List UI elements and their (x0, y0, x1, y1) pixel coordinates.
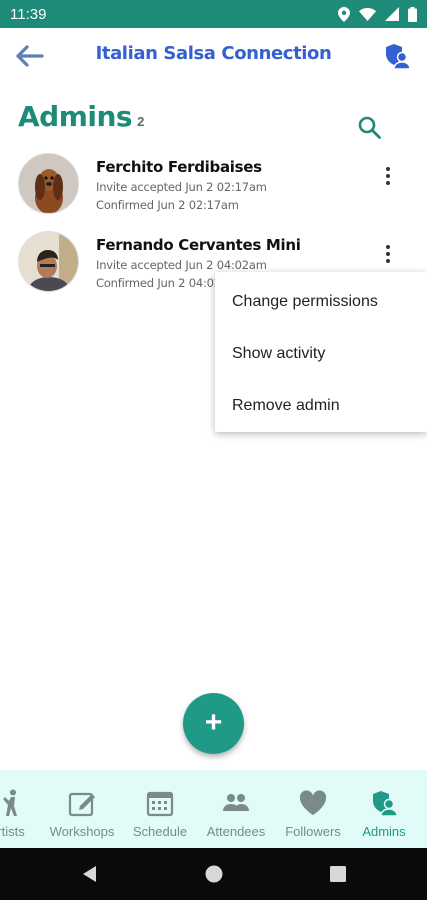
admin-settings-button[interactable] (381, 40, 413, 72)
edit-note-icon (68, 788, 96, 818)
wifi-icon (359, 7, 376, 21)
nav-item-workshops[interactable]: Workshops (46, 770, 118, 848)
confirmed-status: Confirmed Jun 2 04:02 (96, 276, 221, 290)
avatar-image (19, 154, 78, 213)
location-icon (338, 6, 350, 22)
system-recents-button[interactable] (328, 864, 348, 884)
nav-label: rtists (0, 824, 25, 839)
more-vert-icon (386, 245, 390, 249)
confirmed-status: Confirmed Jun 2 02:17am (96, 198, 239, 212)
admin-name: Fernando Cervantes Mini (96, 236, 301, 254)
status-bar: 11:39 (0, 0, 427, 28)
invite-status: Invite accepted Jun 2 02:17am (96, 180, 267, 194)
nav-label: Schedule (132, 824, 188, 839)
nav-item-artists[interactable]: rtists (0, 770, 34, 848)
system-back-button[interactable] (80, 864, 100, 884)
page-title: Admins (18, 100, 133, 133)
admin-name: Ferchito Ferdibaises (96, 158, 262, 176)
more-options-button[interactable] (377, 240, 399, 268)
nav-label: Workshops (49, 824, 115, 839)
menu-item-remove-admin[interactable]: Remove admin (215, 380, 427, 432)
signal-icon (385, 7, 399, 21)
nav-item-followers[interactable]: Followers (280, 770, 346, 848)
avatar-image (19, 232, 78, 291)
avatar (18, 231, 79, 292)
status-time: 11:39 (10, 5, 47, 23)
more-options-button[interactable] (377, 162, 399, 190)
menu-item-change-permissions[interactable]: Change permissions (215, 276, 427, 328)
app-title: Italian Salsa Connection (95, 43, 332, 64)
bottom-navigation: rtists Workshops Schedule Attendees Foll… (0, 770, 427, 848)
add-admin-button[interactable]: + (183, 693, 244, 754)
back-button[interactable] (14, 42, 46, 70)
arrow-back-icon (16, 45, 44, 67)
admin-shield-icon (370, 788, 398, 818)
nav-item-admins[interactable]: Admins (354, 770, 414, 848)
search-button[interactable] (356, 114, 384, 142)
nav-label: Attendees (206, 824, 266, 839)
more-vert-icon (386, 167, 390, 171)
app-bar: Italian Salsa Connection (0, 28, 427, 84)
system-navigation-bar (0, 848, 427, 900)
nav-label: Followers (285, 824, 341, 839)
section-header: Admins 2 (18, 100, 144, 133)
list-item[interactable]: Ferchito Ferdibaises Invite accepted Jun… (0, 150, 427, 220)
circle-home-icon (205, 865, 223, 883)
status-icons (338, 6, 417, 22)
battery-icon (408, 6, 417, 22)
nav-label: Admins (362, 824, 406, 839)
dancer-icon (0, 788, 23, 818)
system-home-button[interactable] (204, 864, 224, 884)
nav-item-schedule[interactable]: Schedule (128, 770, 192, 848)
admin-shield-icon (386, 44, 411, 70)
avatar (18, 153, 79, 214)
plus-icon: + (204, 705, 223, 739)
menu-item-show-activity[interactable]: Show activity (215, 328, 427, 380)
admin-count-badge: 2 (137, 114, 145, 129)
people-icon (222, 788, 250, 818)
nav-item-attendees[interactable]: Attendees (202, 770, 270, 848)
invite-status: Invite accepted Jun 2 04:02am (96, 258, 267, 272)
context-menu: Change permissions Show activity Remove … (215, 272, 427, 432)
square-recents-icon (330, 866, 346, 882)
calendar-icon (146, 788, 174, 818)
search-icon (358, 116, 381, 139)
triangle-back-icon (83, 866, 96, 882)
heart-icon (299, 788, 327, 818)
